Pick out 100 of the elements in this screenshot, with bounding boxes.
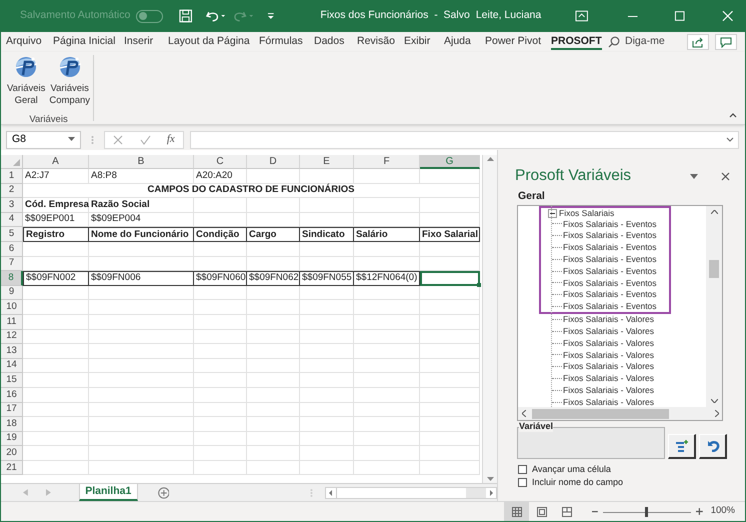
empty-cell[interactable]	[89, 432, 194, 446]
empty-cell[interactable]	[354, 388, 420, 402]
row-header[interactable]: 8	[1, 271, 23, 286]
scroll-down-icon[interactable]	[710, 399, 718, 403]
tree-item[interactable]: Fixos Salariais - Valores	[539, 348, 671, 361]
menu-tab[interactable]: Fórmulas	[259, 35, 303, 50]
empty-cell[interactable]	[420, 169, 480, 184]
cell[interactable]: Sindicato	[300, 227, 354, 242]
tree-item[interactable]: Fixos Salariais - Eventos	[539, 288, 671, 301]
empty-cell[interactable]	[420, 460, 480, 476]
empty-cell[interactable]	[420, 388, 480, 402]
tree-item[interactable]: Fixos Salariais - Valores	[539, 384, 671, 396]
tree-item[interactable]: Fixos Salariais - Valores	[539, 314, 671, 326]
fill-handle[interactable]	[477, 282, 481, 287]
maximize-icon[interactable]	[674, 10, 686, 22]
empty-cell[interactable]	[420, 256, 480, 272]
empty-cell[interactable]	[300, 169, 354, 184]
row-header[interactable]: 5	[1, 227, 23, 242]
undo-button[interactable]	[699, 434, 727, 459]
empty-cell[interactable]	[300, 212, 354, 228]
row-header[interactable]: 12	[1, 330, 23, 344]
empty-cell[interactable]	[194, 330, 247, 344]
empty-cell[interactable]	[354, 344, 420, 359]
cell[interactable]: A20:A20	[194, 169, 247, 184]
cell[interactable]: Condição	[194, 227, 247, 242]
empty-cell[interactable]	[247, 344, 300, 359]
menu-tab[interactable]: Layout da Página	[168, 35, 250, 50]
insert-function-button[interactable]: fx	[166, 131, 175, 148]
tree-item[interactable]: Fixos Salariais - Valores	[539, 337, 671, 349]
empty-cell[interactable]	[354, 402, 420, 418]
empty-cell[interactable]	[420, 358, 480, 374]
empty-cell[interactable]	[89, 286, 194, 300]
scroll-up-icon[interactable]	[486, 157, 494, 161]
empty-cell[interactable]	[194, 402, 247, 418]
tree-item[interactable]: Fixos Salariais - Eventos	[539, 253, 671, 266]
cell[interactable]: Fixo Salarial	[420, 227, 480, 242]
empty-cell[interactable]	[420, 286, 480, 300]
empty-cell[interactable]	[247, 417, 300, 432]
empty-cell[interactable]	[194, 388, 247, 402]
row-header[interactable]: 16	[1, 388, 23, 402]
sheet-tab[interactable]: Planilha1	[78, 484, 138, 501]
active-cell[interactable]	[420, 271, 480, 286]
empty-cell[interactable]	[420, 212, 480, 228]
horizontal-scrollbar[interactable]	[518, 407, 722, 420]
empty-cell[interactable]	[89, 358, 194, 374]
cell[interactable]: A2:J7	[23, 169, 89, 184]
empty-cell[interactable]	[89, 373, 194, 388]
row-header[interactable]: 2	[1, 184, 23, 198]
empty-cell[interactable]	[420, 242, 480, 257]
row-header[interactable]: 13	[1, 344, 23, 359]
formula-input[interactable]	[190, 130, 739, 148]
undo-icon[interactable]	[204, 9, 226, 23]
empty-cell[interactable]	[420, 300, 480, 315]
row-header[interactable]: 11	[1, 314, 23, 330]
enter-check-icon[interactable]	[140, 134, 151, 144]
empty-cell[interactable]	[354, 330, 420, 344]
ribbon-display-icon[interactable]	[575, 10, 589, 22]
cell[interactable]: $$09EP004	[89, 212, 194, 228]
empty-cell[interactable]	[300, 314, 354, 330]
pane-options-caret-icon[interactable]	[690, 174, 698, 178]
empty-cell[interactable]	[420, 198, 480, 213]
row-header[interactable]: 17	[1, 402, 23, 418]
empty-cell[interactable]	[354, 286, 420, 300]
menu-tab[interactable]: Arquivo	[6, 35, 42, 50]
tree-item[interactable]: Fixos Salariais - Eventos	[539, 265, 671, 277]
empty-cell[interactable]	[354, 300, 420, 315]
empty-cell[interactable]	[420, 373, 480, 388]
column-header[interactable]: E	[300, 155, 354, 169]
empty-cell[interactable]	[194, 373, 247, 388]
empty-cell[interactable]	[300, 286, 354, 300]
share-button[interactable]	[687, 34, 709, 50]
empty-cell[interactable]	[194, 358, 247, 374]
empty-cell[interactable]	[89, 330, 194, 344]
empty-cell[interactable]	[300, 417, 354, 432]
row-header[interactable]: 19	[1, 432, 23, 446]
scroll-thumb[interactable]	[709, 260, 719, 278]
cell[interactable]: Salário	[354, 227, 420, 242]
empty-cell[interactable]	[194, 300, 247, 315]
column-header[interactable]: D	[247, 155, 300, 169]
empty-cell[interactable]	[354, 432, 420, 446]
cell[interactable]: Razão Social	[89, 198, 194, 213]
menu-tab[interactable]: PROSOFT	[551, 35, 602, 50]
empty-cell[interactable]	[354, 417, 420, 432]
cancel-icon[interactable]	[113, 134, 124, 144]
cell[interactable]: $$09FN060	[194, 271, 247, 286]
add-variable-button[interactable]	[668, 434, 696, 459]
empty-cell[interactable]	[247, 300, 300, 315]
collapse-icon[interactable]	[548, 208, 557, 218]
empty-cell[interactable]	[354, 373, 420, 388]
row-header[interactable]: 9	[1, 286, 23, 300]
empty-cell[interactable]	[89, 460, 194, 476]
comments-button[interactable]	[715, 34, 737, 50]
normal-view-button[interactable]	[504, 502, 530, 521]
row-header[interactable]: 7	[1, 256, 23, 272]
empty-cell[interactable]	[300, 198, 354, 213]
empty-cell[interactable]	[247, 460, 300, 476]
empty-cell[interactable]	[247, 446, 300, 461]
row-header[interactable]: 3	[1, 198, 23, 213]
menu-tab[interactable]: Ajuda	[444, 35, 471, 50]
empty-cell[interactable]	[300, 460, 354, 476]
